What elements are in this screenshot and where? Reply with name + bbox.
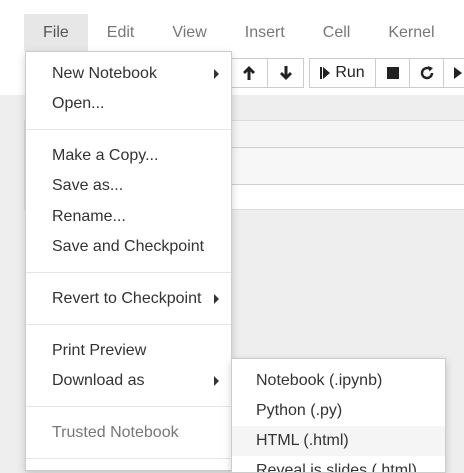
submenu-item-python[interactable]: Python (.py) (232, 396, 445, 426)
menu-item-open[interactable]: Open... (26, 89, 231, 119)
caret-right-icon (214, 376, 219, 386)
stop-icon (386, 67, 399, 79)
next-button[interactable] (443, 58, 464, 88)
move-up-button[interactable] (230, 58, 267, 88)
menu-kernel[interactable]: Kernel (369, 14, 453, 51)
run-icon (320, 67, 331, 79)
menu-divider (26, 458, 231, 459)
arrow-up-icon (243, 66, 255, 80)
menu-item-make-copy[interactable]: Make a Copy... (26, 141, 231, 171)
move-down-button[interactable] (267, 58, 304, 88)
restart-icon (420, 66, 433, 80)
menu-divider (26, 129, 231, 130)
restart-button[interactable] (409, 58, 443, 88)
run-label: Run (335, 64, 365, 81)
submenu-item-ipynb[interactable]: Notebook (.ipynb) (232, 366, 445, 396)
menu-item-save-as[interactable]: Save as... (26, 171, 231, 201)
menu-item-label: Revert to Checkpoint (52, 290, 202, 307)
menu-divider (26, 406, 231, 407)
arrow-down-icon (279, 66, 292, 80)
menu-divider (26, 324, 231, 325)
menu-item-trusted-notebook[interactable]: Trusted Notebook (26, 418, 231, 448)
menu-divider (26, 272, 231, 273)
menu-item-revert-checkpoint[interactable]: Revert to Checkpoint (26, 284, 231, 314)
menu-item-label: Download as (52, 372, 145, 389)
submenu-item-slides[interactable]: Reveal.js slides (.html) (232, 456, 445, 472)
interrupt-button[interactable] (375, 58, 409, 88)
menu-item-new-notebook[interactable]: New Notebook (26, 59, 231, 89)
menu-file[interactable]: File (24, 14, 88, 51)
menu-insert[interactable]: Insert (226, 14, 304, 51)
menu-list: File Edit View Insert Cell Kernel (24, 14, 454, 51)
menu-view[interactable]: View (153, 14, 225, 51)
menu-item-rename[interactable]: Rename... (26, 202, 231, 232)
file-menu-dropdown: New Notebook Open... Make a Copy... Save… (25, 51, 232, 471)
submenu-item-html[interactable]: HTML (.html) (232, 426, 445, 456)
menu-item-download-as[interactable]: Download as (26, 366, 231, 396)
caret-right-icon (214, 69, 219, 79)
menu-edit[interactable]: Edit (88, 14, 154, 51)
next-icon (454, 67, 462, 79)
download-as-submenu: Notebook (.ipynb) Python (.py) HTML (.ht… (231, 358, 446, 473)
menu-item-save-checkpoint[interactable]: Save and Checkpoint (26, 232, 231, 262)
menu-item-print-preview[interactable]: Print Preview (26, 336, 231, 366)
menu-item-label: New Notebook (52, 65, 157, 82)
run-button[interactable]: Run (309, 58, 375, 88)
menu-cell[interactable]: Cell (304, 14, 370, 51)
caret-right-icon (214, 294, 219, 304)
